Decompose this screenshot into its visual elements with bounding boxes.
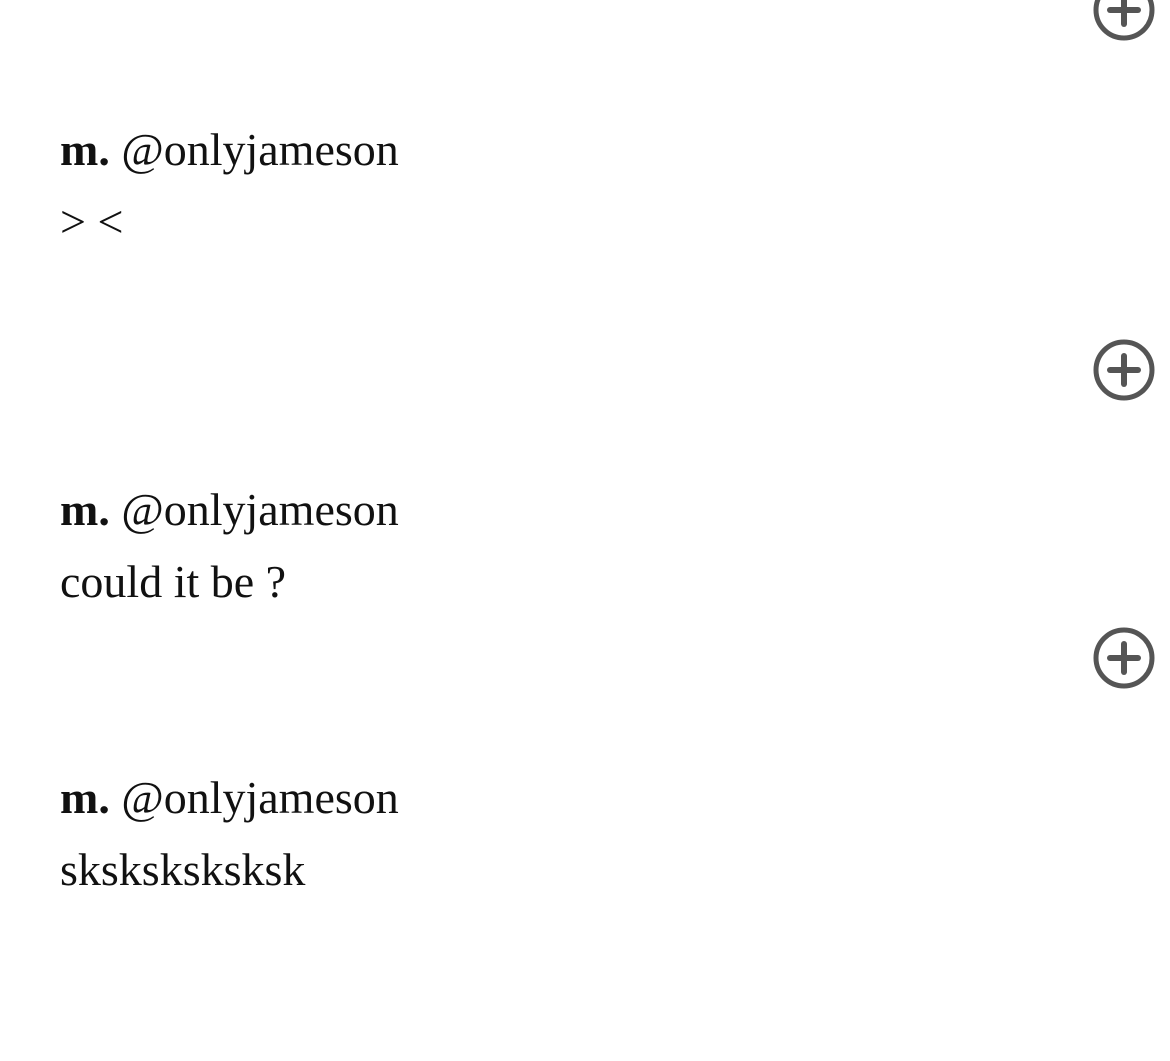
- message-text: could it be ?: [60, 556, 287, 607]
- author-name: m.: [60, 124, 110, 175]
- plus-circle-icon: [1093, 339, 1155, 401]
- add-button[interactable]: [1093, 627, 1155, 689]
- author-handle[interactable]: @onlyjameson: [121, 124, 398, 175]
- author-handle[interactable]: @onlyjameson: [121, 484, 398, 535]
- plus-circle-icon: [1093, 627, 1155, 689]
- message-text: sksksksksksk: [60, 844, 306, 895]
- message-entry: m. @onlyjameson > <: [60, 114, 960, 258]
- add-button[interactable]: [1093, 0, 1155, 41]
- plus-circle-icon: [1093, 0, 1155, 41]
- entry-header: m. @onlyjameson: [60, 474, 960, 546]
- author-name: m.: [60, 484, 110, 535]
- entry-header: m. @onlyjameson: [60, 114, 960, 186]
- add-button[interactable]: [1093, 339, 1155, 401]
- message-text: > <: [60, 196, 124, 247]
- entry-header: m. @onlyjameson: [60, 762, 960, 834]
- message-entry: m. @onlyjameson could it be ?: [60, 474, 960, 618]
- author-name: m.: [60, 772, 110, 823]
- author-handle[interactable]: @onlyjameson: [121, 772, 398, 823]
- message-entry: m. @onlyjameson sksksksksksk: [60, 762, 960, 906]
